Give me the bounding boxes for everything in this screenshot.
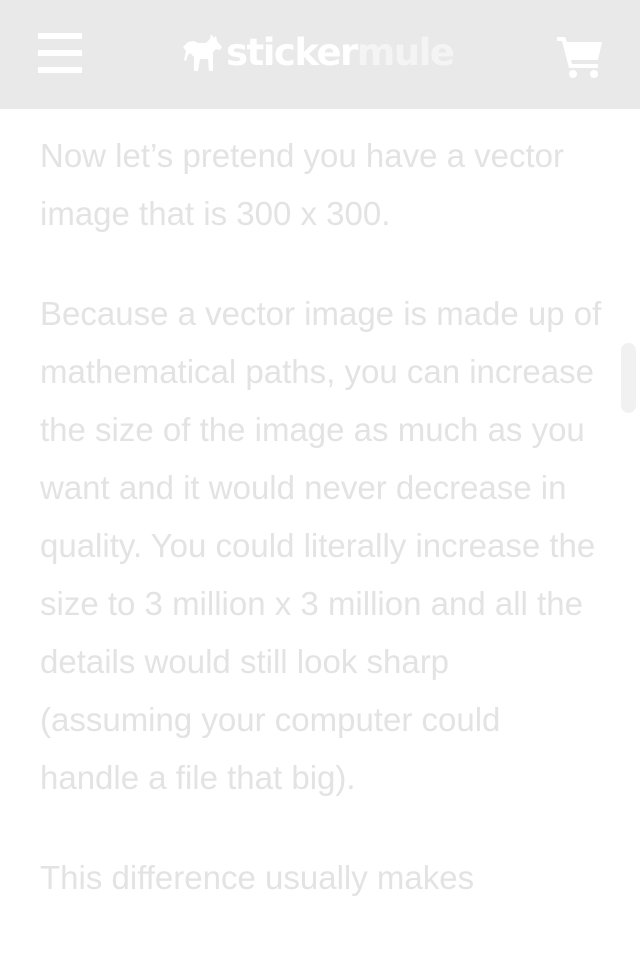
mule-logo-icon xyxy=(183,34,222,71)
logo-wordmark: stickermule xyxy=(226,30,455,76)
logo-word-sticker: sticker xyxy=(226,31,358,74)
sticker-mule-logo[interactable]: stickermule xyxy=(180,30,455,76)
menu-bar-bottom xyxy=(38,67,82,73)
logo-word-mule: mule xyxy=(356,31,455,74)
hamburger-menu-icon[interactable] xyxy=(38,33,82,73)
shopping-cart-icon[interactable] xyxy=(556,34,604,78)
top-nav-bar: stickermule xyxy=(0,0,640,109)
article-paragraph-difference: This difference usually makes xyxy=(40,859,475,896)
article-paragraph-vector-size: Now let’s pretend you have a vector imag… xyxy=(40,137,565,232)
menu-bar-middle xyxy=(38,50,82,56)
article-paragraph-vector-scaling: Because a vector image is made up of mat… xyxy=(40,295,602,796)
article-body: Now let’s pretend you have a vector imag… xyxy=(40,127,605,949)
menu-bar-top xyxy=(38,33,82,39)
vertical-scrollbar-thumb[interactable] xyxy=(621,343,636,413)
cart-icon-graphic xyxy=(557,37,602,78)
